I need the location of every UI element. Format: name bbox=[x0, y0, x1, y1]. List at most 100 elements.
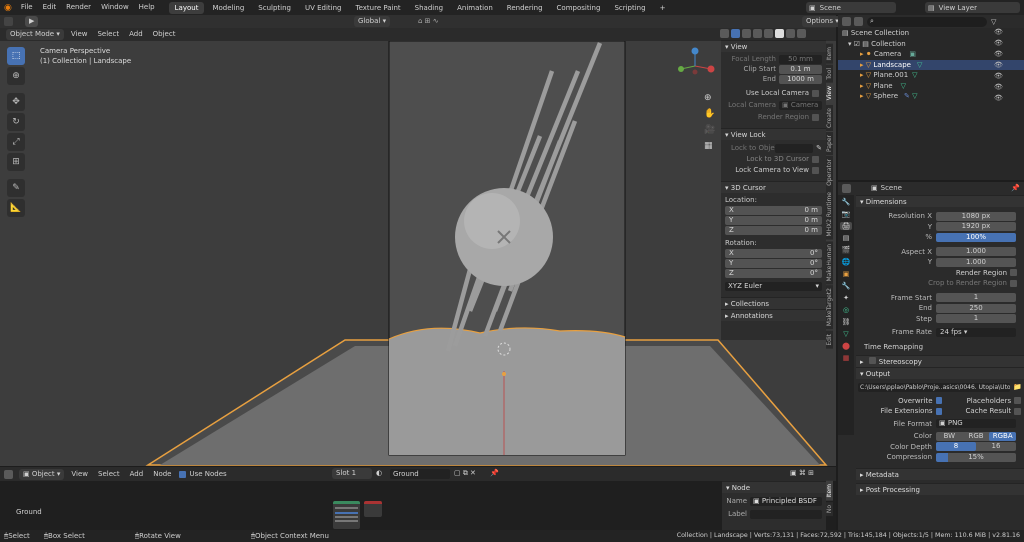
lock-to-cursor-checkbox[interactable] bbox=[812, 155, 819, 163]
wireframe-shading-icon[interactable] bbox=[764, 29, 773, 38]
visibility-eye-icon[interactable]: 👁 bbox=[994, 83, 1003, 93]
outliner-editor-icon[interactable] bbox=[842, 17, 851, 26]
node-section-header[interactable]: ▾ Node bbox=[722, 481, 826, 493]
use-nodes-checkbox[interactable] bbox=[179, 470, 187, 478]
annotations-header[interactable]: ▸ Annotations bbox=[721, 309, 826, 321]
node-name-field[interactable]: ▣ Principled BSDF bbox=[750, 496, 822, 506]
menu-help[interactable]: Help bbox=[134, 0, 160, 15]
scale-tool-icon[interactable]: ⤢ bbox=[7, 133, 25, 151]
stereoscopy-checkbox[interactable] bbox=[868, 357, 876, 364]
particles-tab-icon[interactable]: ✦ bbox=[843, 294, 849, 302]
scene-selector[interactable]: ▣ Scene bbox=[806, 2, 896, 13]
modifier-tab-icon[interactable]: 🔧 bbox=[842, 282, 851, 290]
properties-editor-icon[interactable] bbox=[842, 183, 851, 193]
texture-tab-icon[interactable]: ▦ bbox=[843, 354, 850, 362]
npanel-tab-create[interactable]: Create bbox=[826, 104, 833, 131]
add-workspace-button[interactable]: + bbox=[654, 2, 672, 14]
physics-tab-icon[interactable]: ◎ bbox=[843, 306, 849, 314]
visibility-eye-icon[interactable]: 👁 bbox=[994, 61, 1003, 71]
lock-camera-checkbox[interactable] bbox=[812, 166, 819, 174]
rendered-shading-icon[interactable] bbox=[797, 29, 806, 38]
output-tab-icon[interactable]: 🖨 bbox=[839, 222, 853, 230]
rot-z-field[interactable]: Z 0° bbox=[725, 268, 822, 278]
slot-dropdown[interactable]: Slot 1 bbox=[332, 468, 372, 479]
tab-layout[interactable]: Layout bbox=[168, 1, 205, 14]
rotation-mode-dropdown[interactable]: XYZ Euler ▾ bbox=[725, 281, 822, 291]
node-menu-view[interactable]: View bbox=[66, 467, 93, 482]
view-section-header[interactable]: ▾ View bbox=[721, 40, 826, 52]
post-processing-header[interactable]: ▸ Post Processing bbox=[856, 482, 1024, 495]
aspect-x-field[interactable]: 1.000 bbox=[936, 247, 1016, 257]
visibility-eye-icon[interactable]: 👁 bbox=[994, 50, 1003, 60]
shader-type-dropdown[interactable]: ▣ Object ▾ bbox=[19, 468, 65, 480]
overwrite-checkbox[interactable] bbox=[935, 397, 943, 405]
object-tab-icon[interactable]: ▣ bbox=[843, 270, 850, 278]
vp-menu-view[interactable]: View bbox=[66, 27, 93, 42]
dimensions-header[interactable]: ▾ Dimensions bbox=[856, 195, 1024, 207]
select-tool-icon[interactable]: ▶ bbox=[25, 16, 39, 27]
file-extensions-checkbox[interactable] bbox=[935, 407, 943, 415]
npanel-tab-mhx2[interactable]: MHX2 Runtime bbox=[826, 189, 833, 240]
zoom-icon[interactable]: ⊕ bbox=[704, 93, 715, 103]
material-name-field[interactable]: Ground bbox=[390, 469, 450, 479]
options-dropdown[interactable]: Options ▾ bbox=[802, 16, 843, 27]
collections-header[interactable]: ▸ Collections bbox=[721, 297, 826, 309]
rot-x-field[interactable]: X 0° bbox=[725, 248, 822, 258]
node-tab-no[interactable]: No bbox=[826, 501, 833, 516]
resolution-y-field[interactable]: 1920 px bbox=[936, 222, 1016, 232]
compression-slider[interactable]: 15% bbox=[936, 452, 1016, 462]
material-tab-icon[interactable]: ⬤ bbox=[842, 342, 850, 350]
color-rgba-option[interactable]: RGBA bbox=[989, 431, 1017, 441]
menu-render[interactable]: Render bbox=[61, 0, 96, 15]
visibility-eye-icon[interactable]: 👁 bbox=[994, 39, 1003, 49]
annotate-tool-icon[interactable]: ✎ bbox=[7, 179, 25, 197]
scene-tab-icon[interactable]: 🎬 bbox=[842, 246, 851, 254]
node-label-field[interactable] bbox=[750, 509, 822, 519]
frame-step-field[interactable]: 1 bbox=[936, 314, 1016, 324]
render-region-props-checkbox[interactable] bbox=[1010, 269, 1017, 277]
tab-animation[interactable]: Animation bbox=[451, 2, 499, 14]
menu-edit[interactable]: Edit bbox=[38, 0, 62, 15]
transform-tool-icon[interactable]: ⊞ bbox=[7, 153, 25, 171]
xray-icon[interactable] bbox=[753, 29, 762, 38]
node-menu-select[interactable]: Select bbox=[93, 467, 125, 482]
depth-16-option[interactable]: 16 bbox=[976, 442, 1016, 451]
cursor-z-field[interactable]: Z 0 m bbox=[725, 225, 822, 235]
visibility-eye-icon[interactable]: 👁 bbox=[994, 28, 1003, 38]
snap-icon[interactable]: ⌂ ⊞ ∿ bbox=[418, 17, 439, 25]
tab-shading[interactable]: Shading bbox=[409, 2, 449, 14]
vp-menu-object[interactable]: Object bbox=[148, 27, 181, 42]
output-header[interactable]: ▾ Output bbox=[856, 367, 1024, 379]
folder-icon[interactable]: 📁 bbox=[1013, 382, 1022, 393]
material-fake-user-icon[interactable]: ▢ ⧉ ✕ bbox=[454, 469, 476, 478]
vp-menu-add[interactable]: Add bbox=[124, 27, 148, 42]
visibility-icon[interactable] bbox=[720, 29, 729, 38]
cursor-y-field[interactable]: Y 0 m bbox=[725, 215, 822, 225]
solid-shading-icon[interactable] bbox=[775, 29, 784, 38]
focal-length-field[interactable]: 50 mm bbox=[779, 54, 822, 64]
pin-icon[interactable]: 📌 bbox=[490, 469, 499, 477]
render-tab-icon[interactable]: 📷 bbox=[842, 210, 851, 218]
navigation-gizmo[interactable] bbox=[675, 46, 715, 86]
color-bw-option[interactable]: BW bbox=[936, 432, 963, 441]
pan-hand-icon[interactable]: ✋ bbox=[704, 109, 715, 119]
output-path-field[interactable]: C:\Users\pplao\Pablo\Proje..asics\0046. … bbox=[858, 382, 1011, 392]
frame-rate-dropdown[interactable]: 24 fps ▾ bbox=[936, 327, 1016, 337]
resolution-percent-field[interactable]: 100% bbox=[936, 232, 1016, 242]
blender-logo-icon[interactable]: ◉ bbox=[4, 3, 12, 13]
eyedropper-icon[interactable]: ✎ bbox=[816, 143, 822, 153]
stereoscopy-header[interactable]: ▸ Stereoscopy bbox=[856, 355, 1024, 367]
data-tab-icon[interactable]: ▽ bbox=[843, 330, 848, 338]
gizmo-icon[interactable] bbox=[731, 29, 740, 38]
tab-uv-editing[interactable]: UV Editing bbox=[299, 2, 348, 14]
view-lock-header[interactable]: ▾ View Lock bbox=[721, 128, 826, 140]
principled-bsdf-node[interactable] bbox=[333, 501, 360, 529]
cache-result-checkbox[interactable] bbox=[1014, 407, 1022, 415]
filter-icon[interactable] bbox=[854, 17, 863, 26]
outliner-search[interactable]: ⌕ bbox=[867, 16, 987, 27]
move-tool-icon[interactable]: ✥ bbox=[7, 93, 25, 111]
tool-tab-icon[interactable]: 🔧 bbox=[842, 198, 851, 206]
outliner-filter-icon[interactable]: ▽ bbox=[991, 18, 996, 26]
time-remapping-header[interactable]: Time Remapping bbox=[856, 342, 1024, 353]
tab-modeling[interactable]: Modeling bbox=[206, 2, 250, 14]
